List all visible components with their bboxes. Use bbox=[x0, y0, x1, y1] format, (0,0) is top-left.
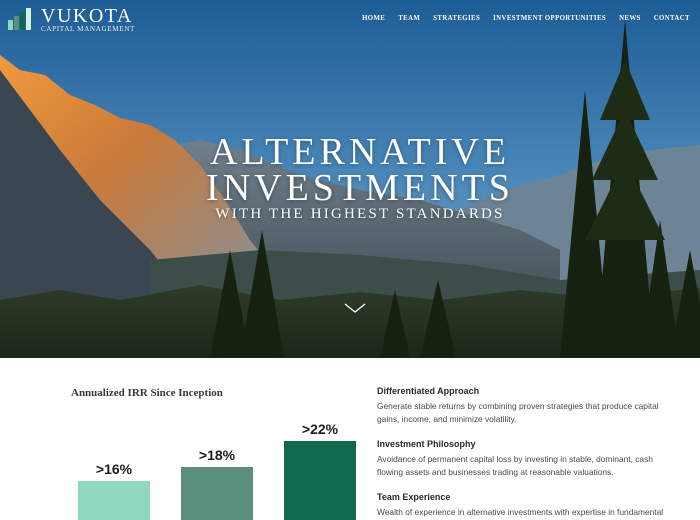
logo-bars-icon bbox=[8, 8, 31, 30]
feature-list: Differentiated Approach Generate stable … bbox=[377, 386, 677, 520]
feature-text: Wealth of experience in alternative inve… bbox=[377, 507, 664, 517]
feature-title: Differentiated Approach bbox=[377, 386, 480, 396]
nav-home[interactable]: HOME bbox=[362, 15, 385, 22]
chart-bar bbox=[284, 441, 356, 520]
chart-bar bbox=[78, 481, 150, 520]
brand-logo[interactable]: VUKOTA CAPITAL MANAGEMENT bbox=[8, 5, 136, 34]
feature-title: Investment Philosophy bbox=[377, 439, 476, 449]
hero-line-2: INVESTMENTS bbox=[206, 167, 514, 209]
nav-news[interactable]: NEWS bbox=[619, 15, 641, 22]
nav-team[interactable]: TEAM bbox=[398, 15, 420, 22]
chart-title: Annualized IRR Since Inception bbox=[71, 387, 223, 399]
main-navigation: HOME TEAM STRATEGIES INVESTMENT OPPORTUN… bbox=[362, 15, 690, 22]
chart-bar-label: >16% bbox=[95, 461, 133, 477]
hero-banner: VUKOTA CAPITAL MANAGEMENT HOME TEAM STRA… bbox=[0, 0, 700, 358]
hero-headline: ALTERNATIVE INVESTMENTS WITH THE HIGHEST… bbox=[0, 131, 700, 223]
hero-tagline: WITH THE HIGHEST STANDARDS bbox=[215, 206, 505, 222]
irr-bar-chart: >16% >18% >22% bbox=[60, 400, 380, 520]
feature-text: Avoidance of permanent capital loss by i… bbox=[377, 454, 653, 477]
feature-team-experience: Team Experience Wealth of experience in … bbox=[377, 492, 677, 519]
chevron-down-icon[interactable] bbox=[344, 302, 366, 314]
feature-text: Generate stable returns by combining pro… bbox=[377, 401, 659, 424]
brand-subtitle: CAPITAL MANAGEMENT bbox=[41, 25, 136, 33]
nav-contact[interactable]: CONTACT bbox=[654, 15, 690, 22]
hero-line-1: ALTERNATIVE bbox=[209, 131, 511, 173]
nav-strategies[interactable]: STRATEGIES bbox=[433, 15, 480, 22]
brand-name: VUKOTA bbox=[41, 5, 133, 27]
feature-investment-philosophy: Investment Philosophy Avoidance of perma… bbox=[377, 439, 677, 479]
feature-differentiated-approach: Differentiated Approach Generate stable … bbox=[377, 386, 677, 426]
nav-investment-opportunities[interactable]: INVESTMENT OPPORTUNITIES bbox=[493, 15, 606, 22]
chart-bar bbox=[181, 467, 253, 520]
chart-bar-label: >22% bbox=[301, 421, 339, 437]
feature-title: Team Experience bbox=[377, 492, 451, 502]
chart-bar-label: >18% bbox=[198, 447, 236, 463]
